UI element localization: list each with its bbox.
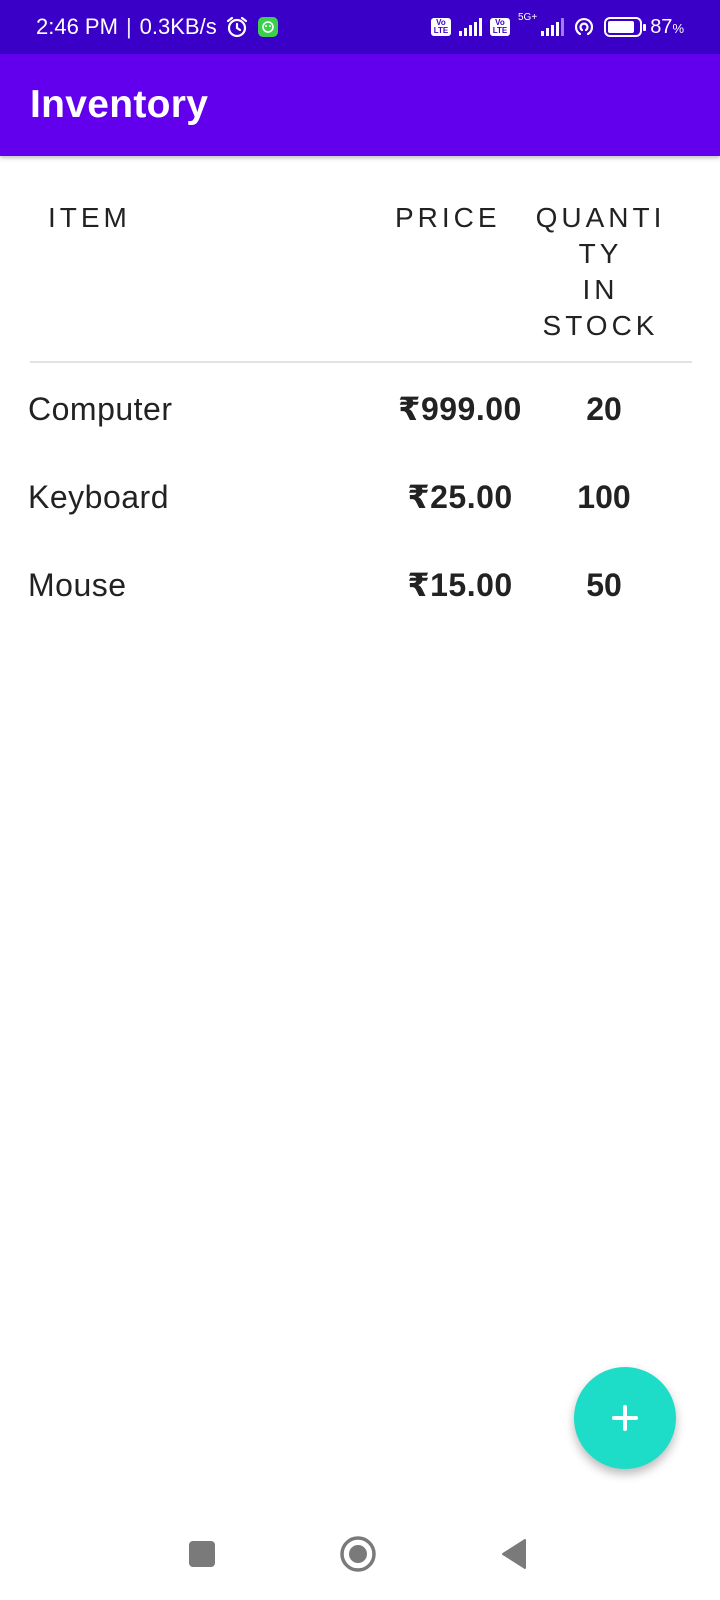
table-row[interactable]: Keyboard ₹25.00 100 xyxy=(0,475,720,563)
item-quantity: 50 xyxy=(586,567,622,603)
column-header-quantity: QUANTI TY IN STOCK xyxy=(528,200,673,344)
column-header-quantity-line: IN xyxy=(582,274,619,305)
battery-percent-value: 87 xyxy=(650,15,673,38)
column-header-quantity-line: QUANTI xyxy=(535,202,666,233)
alarm-icon xyxy=(225,15,249,39)
volte-icon: Vo LTE xyxy=(490,18,510,36)
status-separator: | xyxy=(125,14,132,39)
table-header: ITEM PRICE QUANTI TY IN STOCK xyxy=(0,200,720,360)
network-type: 5G+ xyxy=(518,12,538,23)
system-nav-bar xyxy=(0,1504,720,1600)
item-price: ₹999.00 xyxy=(398,391,522,427)
volte-icon: Vo LTE xyxy=(431,18,451,36)
home-button[interactable] xyxy=(336,1532,380,1576)
battery-icon xyxy=(604,17,647,37)
item-name: Computer xyxy=(28,391,173,427)
notification-app-icon xyxy=(257,16,279,38)
page-title: Inventory xyxy=(30,83,209,126)
battery-fill xyxy=(608,21,635,33)
net-speed: 0.3KB/s xyxy=(139,14,217,39)
column-header-quantity-line: STOCK xyxy=(542,310,659,341)
item-price: ₹25.00 xyxy=(407,479,513,515)
item-name: Keyboard xyxy=(28,479,169,515)
table-row[interactable]: Computer ₹999.00 20 xyxy=(0,387,720,475)
signal-5g-icon xyxy=(541,18,565,36)
table-row[interactable]: Mouse ₹15.00 50 xyxy=(0,563,720,651)
item-quantity: 20 xyxy=(586,391,622,427)
item-price: ₹15.00 xyxy=(407,567,513,603)
inventory-screen: 2:46 PM | 0.3KB/s Vo LTE Vo LTE 5G+ 87% … xyxy=(0,0,720,1600)
plus-icon xyxy=(612,1405,638,1431)
column-header-quantity-line: TY xyxy=(578,238,623,269)
status-time: 2:46 PM xyxy=(36,14,118,39)
battery-percent: 87% xyxy=(650,16,684,39)
app-bar: Inventory xyxy=(0,54,720,156)
hotspot-icon xyxy=(572,15,596,39)
back-icon xyxy=(502,1539,526,1569)
add-item-button[interactable] xyxy=(574,1367,676,1469)
item-name: Mouse xyxy=(28,567,127,603)
item-quantity: 100 xyxy=(577,479,631,515)
signal-icon xyxy=(459,18,482,36)
status-left: 2:46 PM | 0.3KB/s xyxy=(36,14,279,40)
status-right: Vo LTE Vo LTE 5G+ 87% xyxy=(431,12,684,39)
status-bar: 2:46 PM | 0.3KB/s Vo LTE Vo LTE 5G+ 87% xyxy=(0,0,720,54)
header-divider xyxy=(30,361,692,363)
back-button[interactable] xyxy=(492,1532,536,1576)
recents-icon xyxy=(189,1541,215,1567)
home-icon xyxy=(340,1536,376,1572)
column-header-item: ITEM xyxy=(48,202,131,233)
column-header-price: PRICE xyxy=(395,202,501,233)
battery-percent-unit: % xyxy=(672,20,684,36)
recents-button[interactable] xyxy=(180,1532,224,1576)
